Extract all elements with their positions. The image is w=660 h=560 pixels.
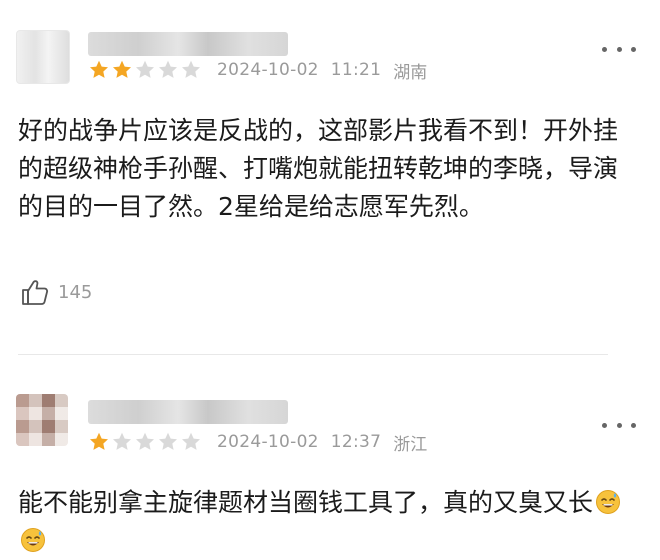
star-icon: [182, 60, 200, 78]
review-content-text: 能不能别拿主旋律题材当圈钱工具了，真的又臭又长: [18, 488, 594, 517]
avatar[interactable]: [16, 394, 68, 446]
sweat-smile-emoji-icon: [21, 528, 45, 552]
star-icon: [113, 60, 131, 78]
star-icon: [182, 432, 200, 450]
review-content: 能不能别拿主旋律题材当圈钱工具了，真的又臭又长: [18, 484, 638, 560]
review-location: 浙江: [393, 434, 428, 455]
review-meta: 2024-10-02 11:21 湖南: [88, 58, 428, 83]
star-icon: [159, 432, 177, 450]
review-time: 12:37: [330, 432, 382, 452]
more-options-icon[interactable]: [602, 42, 636, 56]
like-count: 145: [58, 281, 93, 303]
star-rating: [88, 59, 203, 81]
divider: [18, 354, 608, 355]
star-icon: [113, 432, 131, 450]
star-icon: [90, 60, 108, 78]
star-icon: [136, 432, 154, 450]
star-icon: [136, 60, 154, 78]
star-rating: [88, 431, 203, 453]
review-content: 好的战争片应该是反战的，这部影片我看不到！开外挂的超级神枪手孙醒、打嘴炮就能扭转…: [18, 116, 619, 221]
review-date: 2024-10-02: [217, 432, 319, 452]
like-button[interactable]: 145: [20, 276, 92, 308]
star-icon: [159, 60, 177, 78]
avatar[interactable]: [16, 30, 70, 84]
sweat-smile-emoji-icon: [596, 490, 621, 514]
review-location: 湖南: [393, 62, 428, 83]
more-options-icon[interactable]: [602, 418, 636, 432]
username-blurred[interactable]: [88, 32, 288, 56]
username-blurred[interactable]: [88, 400, 288, 424]
thumbs-up-icon: [22, 280, 49, 305]
star-icon: [90, 432, 108, 450]
review-time: 11:21: [330, 60, 382, 80]
review-meta: 2024-10-02 12:37 浙江: [88, 430, 428, 455]
review-date: 2024-10-02: [217, 60, 319, 80]
